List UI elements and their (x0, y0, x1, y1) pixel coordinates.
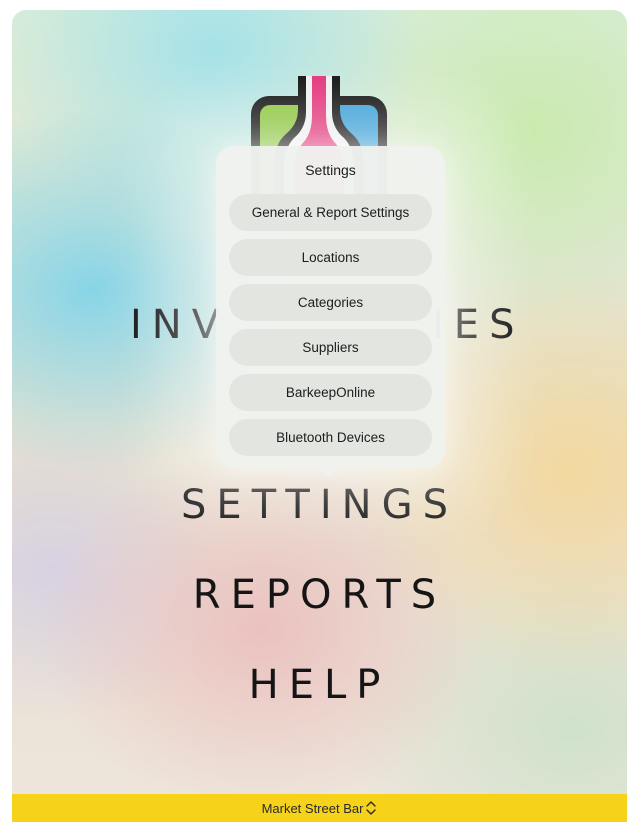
general-report-settings-button[interactable]: General & Report Settings (229, 194, 432, 231)
location-selector-bar[interactable]: Market Street Bar (12, 794, 627, 822)
chevron-up-down-icon (366, 801, 377, 815)
suppliers-button[interactable]: Suppliers (229, 329, 432, 366)
categories-button[interactable]: Categories (229, 284, 432, 321)
reports-menu-item[interactable]: REPORTS (12, 572, 627, 618)
app-screen: INV IES SETTINGS REPORTS HELP Settings G… (12, 10, 627, 822)
locations-button[interactable]: Locations (229, 239, 432, 276)
popover-arrow (318, 466, 340, 478)
location-name: Market Street Bar (261, 800, 364, 816)
help-menu-item[interactable]: HELP (12, 662, 627, 708)
popover-title: Settings (305, 162, 356, 178)
barkeeponline-button[interactable]: BarkeepOnline (229, 374, 432, 411)
settings-popover: Settings General & Report Settings Locat… (216, 146, 445, 468)
bluetooth-devices-button[interactable]: Bluetooth Devices (229, 419, 432, 456)
